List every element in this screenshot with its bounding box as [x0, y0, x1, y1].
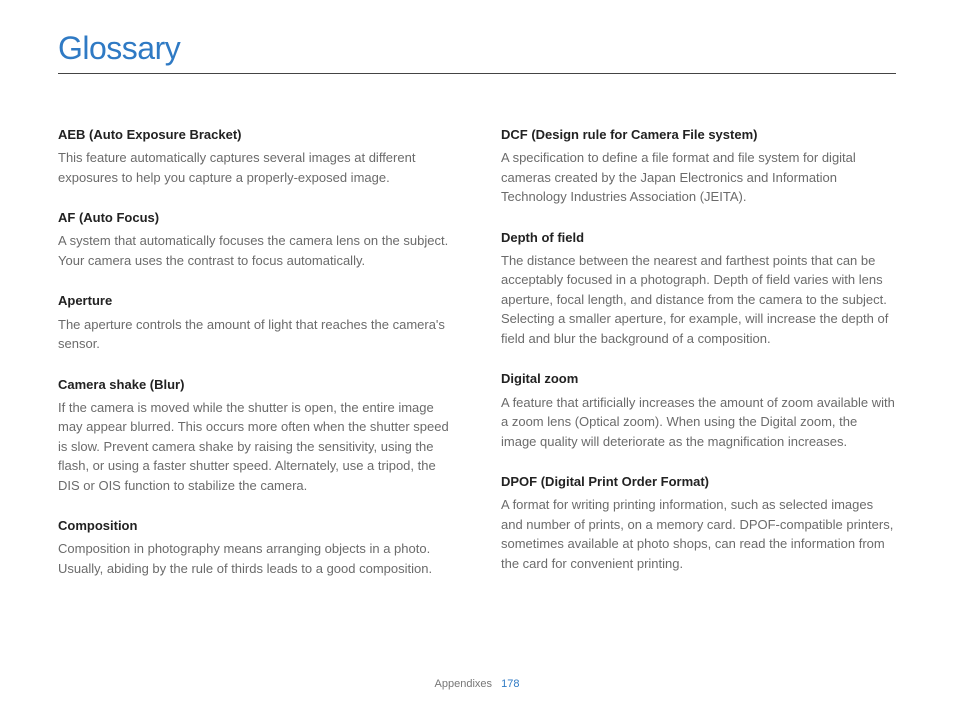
definition: A system that automatically focuses the …: [58, 231, 453, 270]
glossary-entry: AF (Auto Focus) A system that automatica…: [58, 209, 453, 270]
term: Composition: [58, 517, 453, 535]
glossary-entry: Digital zoom A feature that artificially…: [501, 370, 896, 451]
definition: The aperture controls the amount of ligh…: [58, 315, 453, 354]
definition: A specification to define a file format …: [501, 148, 896, 207]
definition: The distance between the nearest and far…: [501, 251, 896, 349]
left-column: AEB (Auto Exposure Bracket) This feature…: [58, 126, 453, 600]
term: Digital zoom: [501, 370, 896, 388]
term: Aperture: [58, 292, 453, 310]
page-title: Glossary: [58, 30, 896, 74]
term: AEB (Auto Exposure Bracket): [58, 126, 453, 144]
content-columns: AEB (Auto Exposure Bracket) This feature…: [58, 126, 896, 600]
term: Depth of field: [501, 229, 896, 247]
term: DPOF (Digital Print Order Format): [501, 473, 896, 491]
page-footer: Appendixes 178: [0, 678, 954, 690]
term: AF (Auto Focus): [58, 209, 453, 227]
right-column: DCF (Design rule for Camera File system)…: [501, 126, 896, 600]
glossary-entry: Depth of field The distance between the …: [501, 229, 896, 349]
glossary-entry: AEB (Auto Exposure Bracket) This feature…: [58, 126, 453, 187]
glossary-entry: Camera shake (Blur) If the camera is mov…: [58, 376, 453, 496]
glossary-entry: Aperture The aperture controls the amoun…: [58, 292, 453, 353]
glossary-entry: DCF (Design rule for Camera File system)…: [501, 126, 896, 207]
definition: A feature that artificially increases th…: [501, 393, 896, 452]
term: Camera shake (Blur): [58, 376, 453, 394]
term: DCF (Design rule for Camera File system): [501, 126, 896, 144]
definition: If the camera is moved while the shutter…: [58, 398, 453, 496]
glossary-entry: Composition Composition in photography m…: [58, 517, 453, 578]
footer-section: Appendixes: [435, 678, 493, 690]
glossary-entry: DPOF (Digital Print Order Format) A form…: [501, 473, 896, 573]
definition: A format for writing printing informatio…: [501, 495, 896, 573]
footer-page: 178: [501, 678, 519, 690]
definition: Composition in photography means arrangi…: [58, 539, 453, 578]
definition: This feature automatically captures seve…: [58, 148, 453, 187]
